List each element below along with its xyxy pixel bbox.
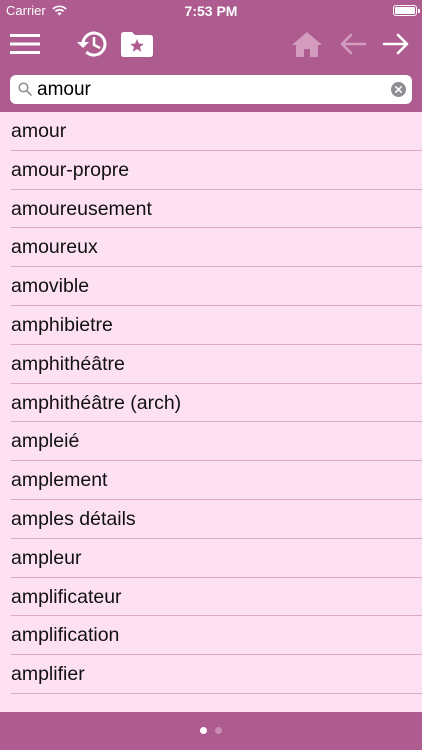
list-item[interactable]: ampleié (0, 422, 422, 461)
battery-icon (393, 5, 420, 16)
list-item[interactable]: amoureux (0, 228, 422, 267)
back-arrow-icon (339, 32, 367, 56)
list-item[interactable]: amplification (0, 616, 422, 655)
list-item[interactable]: amovible (0, 267, 422, 306)
search-icon (18, 82, 32, 101)
status-bar: Carrier 7:53 PM (0, 0, 422, 22)
clear-search-button[interactable] (391, 82, 406, 97)
list-item[interactable]: amplifier (0, 655, 422, 694)
history-button[interactable] (72, 26, 112, 62)
forward-button[interactable] (376, 26, 416, 62)
favorites-folder-icon (120, 30, 154, 58)
list-item[interactable]: amplificateur (0, 578, 422, 617)
search-bar (10, 75, 412, 104)
page-indicator[interactable] (0, 727, 422, 734)
home-button[interactable] (287, 26, 327, 62)
list-item[interactable]: amour-propre (0, 151, 422, 190)
word-list: amour amour-propre amoureusement amoureu… (0, 112, 422, 712)
top-bar: Carrier 7:53 PM (0, 0, 422, 112)
list-item[interactable]: amphibietre (0, 306, 422, 345)
back-button[interactable] (333, 26, 373, 62)
list-item[interactable]: amour (0, 112, 422, 151)
search-input[interactable] (37, 75, 377, 104)
forward-arrow-icon (382, 32, 410, 56)
list-item[interactable]: amplement (0, 461, 422, 500)
list-item[interactable]: ampleur (0, 539, 422, 578)
list-item[interactable]: amoureusement (0, 190, 422, 229)
bottom-bar (0, 712, 422, 750)
favorites-button[interactable] (117, 26, 157, 62)
menu-button[interactable] (5, 26, 45, 62)
page-dot-2 (215, 727, 222, 734)
toolbar (0, 22, 422, 68)
list-item[interactable]: amphithéâtre (arch) (0, 384, 422, 423)
status-time: 7:53 PM (184, 3, 238, 19)
list-item[interactable]: amphithéâtre (0, 345, 422, 384)
history-icon (74, 29, 110, 59)
menu-icon (10, 33, 40, 55)
home-icon (291, 30, 323, 58)
list-item[interactable]: amples détails (0, 500, 422, 539)
page-dot-1 (200, 727, 207, 734)
